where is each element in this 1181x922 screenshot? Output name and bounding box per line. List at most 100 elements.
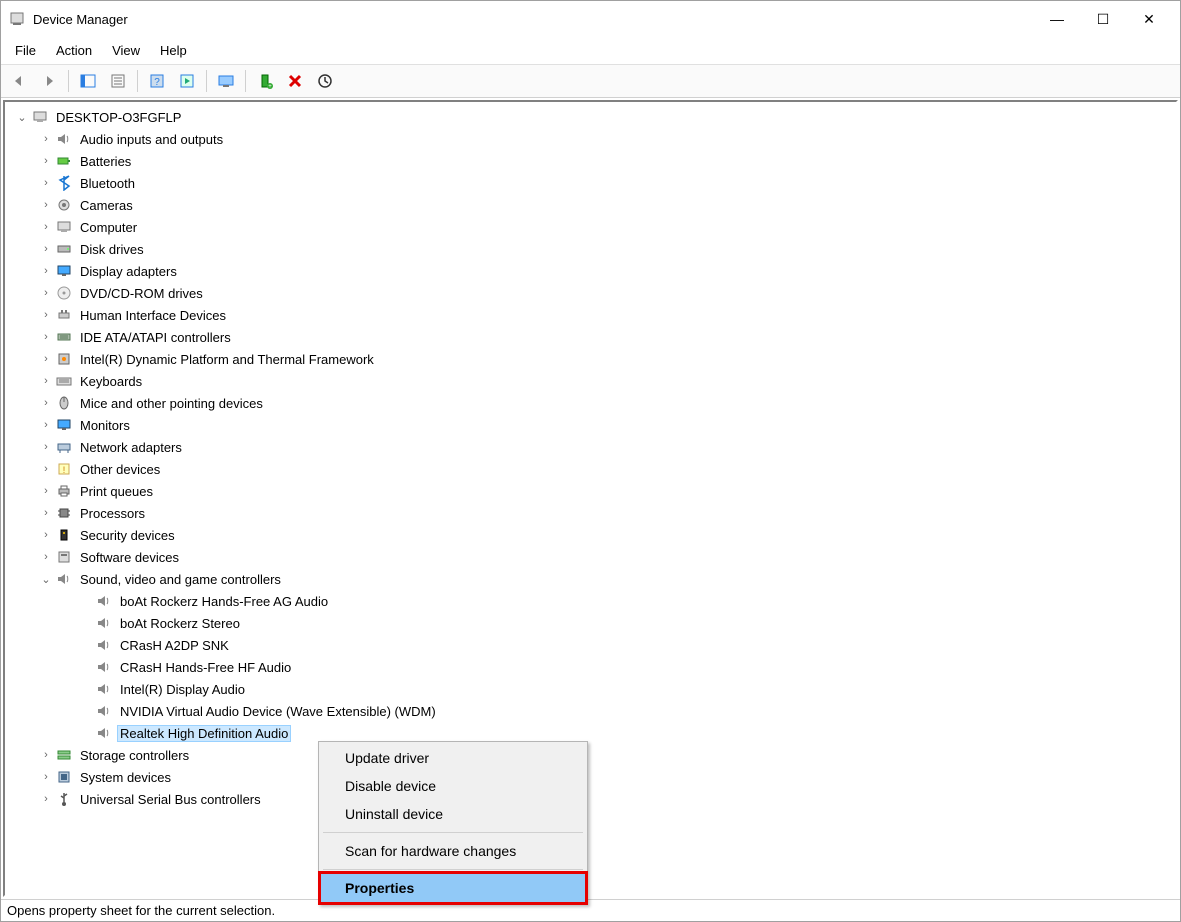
hid-icon [55, 306, 73, 324]
tree-device[interactable]: ›CRasH A2DP SNK [7, 634, 1174, 656]
menu-action[interactable]: Action [48, 39, 100, 62]
expand-icon[interactable]: › [39, 419, 53, 431]
tree-category[interactable]: ›DVD/CD-ROM drives [7, 282, 1174, 304]
expand-icon[interactable]: › [39, 265, 53, 277]
tree-category[interactable]: › Software devices [7, 546, 1174, 568]
forward-button[interactable] [35, 69, 63, 93]
tree-category[interactable]: › Cameras [7, 194, 1174, 216]
expand-icon[interactable]: › [39, 397, 53, 409]
expand-icon[interactable]: › [39, 199, 53, 211]
scan-hardware-button[interactable] [212, 69, 240, 93]
tree-item-label: Keyboards [77, 373, 145, 390]
tree-item-label: Bluetooth [77, 175, 138, 192]
expand-icon[interactable]: › [39, 463, 53, 475]
tree-category[interactable]: › Audio inputs and outputs [7, 128, 1174, 150]
tree-category[interactable]: ›Human Interface Devices [7, 304, 1174, 326]
expand-icon[interactable]: › [39, 375, 53, 387]
tree-device[interactable]: ›Realtek High Definition Audio [7, 722, 1174, 744]
tree-item-label: Security devices [77, 527, 178, 544]
tree-item-label: Intel(R) Dynamic Platform and Thermal Fr… [77, 351, 377, 368]
tree-category[interactable]: ›Universal Serial Bus controllers [7, 788, 1174, 810]
tree-category[interactable]: ›Monitors [7, 414, 1174, 436]
tree-item-label: CRasH A2DP SNK [117, 637, 232, 654]
tree-category[interactable]: ›Network adapters [7, 436, 1174, 458]
update-driver-toolbar-button[interactable] [311, 69, 339, 93]
tree-category[interactable]: ›System devices [7, 766, 1174, 788]
expand-icon[interactable]: › [39, 793, 53, 805]
disk-icon [55, 240, 73, 258]
tree-device[interactable]: ›Intel(R) Display Audio [7, 678, 1174, 700]
tree-device[interactable]: ›boAt Rockerz Hands-Free AG Audio [7, 590, 1174, 612]
tree-item-label: Cameras [77, 197, 136, 214]
ctx-disable-device[interactable]: Disable device [321, 772, 585, 800]
tree-category[interactable]: › Display adapters [7, 260, 1174, 282]
menu-file[interactable]: File [7, 39, 44, 62]
expand-icon[interactable]: › [39, 155, 53, 167]
expand-icon[interactable]: › [39, 331, 53, 343]
expand-icon[interactable]: › [39, 749, 53, 761]
show-hide-button[interactable] [74, 69, 102, 93]
tree-device[interactable]: ›CRasH Hands-Free HF Audio [7, 656, 1174, 678]
properties-toolbar-button[interactable] [104, 69, 132, 93]
expand-icon[interactable]: › [39, 287, 53, 299]
expand-icon[interactable]: › [39, 441, 53, 453]
tree-item-label: Other devices [77, 461, 163, 478]
monitor-icon [55, 262, 73, 280]
action-toolbar-button[interactable] [173, 69, 201, 93]
minimize-button[interactable]: — [1034, 1, 1080, 37]
tree-item-label: Audio inputs and outputs [77, 131, 226, 148]
tree-category-expanded[interactable]: ⌄Sound, video and game controllers [7, 568, 1174, 590]
tree-category[interactable]: › Bluetooth [7, 172, 1174, 194]
tree-category[interactable]: ›IDE ATA/ATAPI controllers [7, 326, 1174, 348]
expand-icon[interactable]: › [39, 309, 53, 321]
expand-icon[interactable]: › [39, 529, 53, 541]
expand-icon[interactable]: › [39, 771, 53, 783]
menu-help[interactable]: Help [152, 39, 195, 62]
tree-category[interactable]: › Disk drives [7, 238, 1174, 260]
uninstall-toolbar-button[interactable] [281, 69, 309, 93]
expand-icon[interactable]: › [39, 551, 53, 563]
collapse-icon[interactable]: ⌄ [39, 573, 53, 586]
tree-category[interactable]: › Keyboards [7, 370, 1174, 392]
expand-icon[interactable]: › [39, 353, 53, 365]
expand-icon[interactable]: › [39, 177, 53, 189]
tree-item-label: boAt Rockerz Stereo [117, 615, 243, 632]
tree-category[interactable]: ›Batteries [7, 150, 1174, 172]
tree-item-label: Display adapters [77, 263, 180, 280]
tree-item-label: Software devices [77, 549, 182, 566]
expand-icon[interactable]: › [39, 133, 53, 145]
storage-icon [55, 746, 73, 764]
tree-category[interactable]: ›Print queues [7, 480, 1174, 502]
expand-icon[interactable]: › [39, 485, 53, 497]
close-button[interactable]: ✕ [1126, 1, 1172, 37]
add-legacy-button[interactable]: + [251, 69, 279, 93]
expand-icon[interactable]: › [39, 221, 53, 233]
collapse-icon[interactable]: ⌄ [15, 111, 29, 124]
speaker-icon [95, 724, 113, 742]
ctx-uninstall-device[interactable]: Uninstall device [321, 800, 585, 828]
tree-category[interactable]: ›Mice and other pointing devices [7, 392, 1174, 414]
computer-icon [55, 218, 73, 236]
tree-category[interactable]: ›Computer [7, 216, 1174, 238]
expand-icon[interactable]: › [39, 243, 53, 255]
back-button[interactable] [5, 69, 33, 93]
tree-category[interactable]: ›!Other devices [7, 458, 1174, 480]
ctx-update-driver[interactable]: Update driver [321, 744, 585, 772]
tree-root[interactable]: ⌄DESKTOP-O3FGFLP [7, 106, 1174, 128]
tree-category[interactable]: › Security devices [7, 524, 1174, 546]
help-toolbar-button[interactable]: ? [143, 69, 171, 93]
maximize-button[interactable]: ☐ [1080, 1, 1126, 37]
tree-category[interactable]: ›Processors [7, 502, 1174, 524]
speaker-icon [95, 658, 113, 676]
menu-view[interactable]: View [104, 39, 148, 62]
expand-icon[interactable]: › [39, 507, 53, 519]
tree-category[interactable]: › Intel(R) Dynamic Platform and Thermal F… [7, 348, 1174, 370]
tree-device[interactable]: ›boAt Rockerz Stereo [7, 612, 1174, 634]
ctx-scan-hardware[interactable]: Scan for hardware changes [321, 837, 585, 865]
tree-item-label: Intel(R) Display Audio [117, 681, 248, 698]
tree-category[interactable]: ›Storage controllers [7, 744, 1174, 766]
other-icon: ! [55, 460, 73, 478]
ctx-properties[interactable]: Properties [321, 874, 585, 902]
tree-item-label: Disk drives [77, 241, 147, 258]
tree-device[interactable]: ›NVIDIA Virtual Audio Device (Wave Exten… [7, 700, 1174, 722]
